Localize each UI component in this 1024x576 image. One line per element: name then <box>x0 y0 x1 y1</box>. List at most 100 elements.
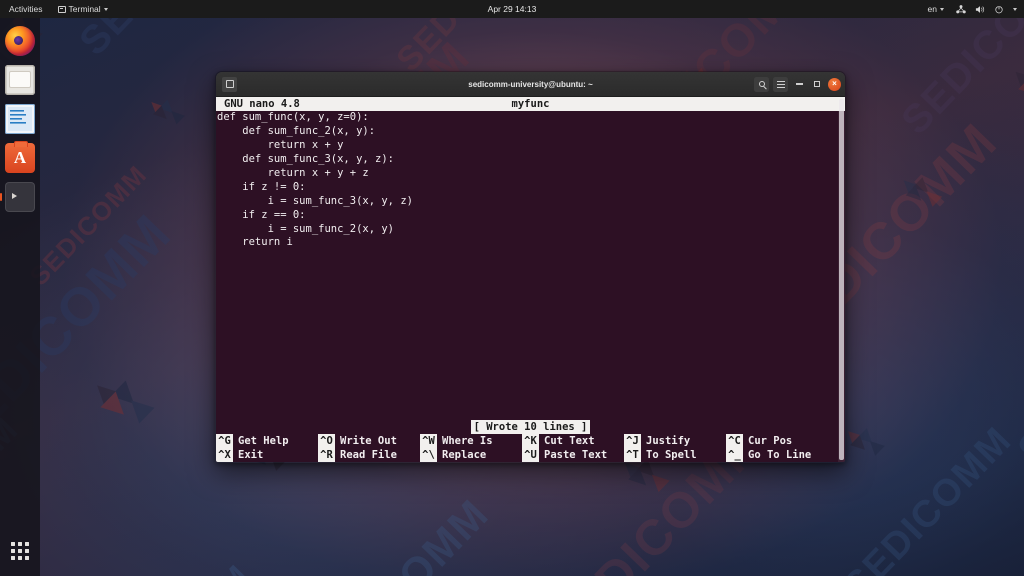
nano-shortcut-label: Replace <box>442 449 487 461</box>
nano-shortcut-key: ^O <box>318 434 335 448</box>
grid-dot <box>25 549 29 553</box>
nano-shortcut-key: ^U <box>522 448 539 462</box>
dock-item-writer[interactable] <box>5 104 35 134</box>
nano-shortcut[interactable]: ^\ Replace <box>420 448 522 462</box>
code-line: def sum_func_2(x, y): <box>217 124 376 137</box>
power-icon[interactable] <box>994 4 1004 14</box>
nano-shortcut-label: Cur Pos <box>748 435 793 447</box>
keyboard-layout-label: en <box>927 4 937 14</box>
dock <box>0 18 40 576</box>
activities-label: Activities <box>9 4 43 14</box>
dock-item-firefox[interactable] <box>5 26 35 56</box>
close-button[interactable]: × <box>828 77 841 91</box>
nano-shortcut[interactable]: ^R Read File <box>318 448 420 462</box>
code-line: def sum_func(x, y, z=0): <box>217 111 369 123</box>
code-line: return x + y <box>217 138 344 151</box>
nano-filename-label: myfunc <box>511 98 550 110</box>
chevron-down-icon <box>940 7 944 11</box>
top-panel: Activities Terminal Apr 29 14:13 en <box>0 0 1024 18</box>
code-line: i = sum_func_2(x, y) <box>217 222 395 235</box>
nano-header-bar: GNU nano 4.8 myfunc <box>216 97 845 111</box>
terminal-tab-icon <box>222 76 237 92</box>
nano-shortcut-key: ^G <box>216 434 233 448</box>
grid-dot <box>25 542 29 546</box>
watermark-text: SEDICOMM <box>109 559 256 576</box>
scrollbar-thumb[interactable] <box>839 99 844 460</box>
nano-shortcut-label: Get Help <box>238 435 289 447</box>
nano-shortcut-label: Where Is <box>442 435 493 447</box>
nano-shortcut[interactable]: ^_ Go To Line <box>726 448 828 462</box>
nano-shortcut[interactable]: ^W Where Is <box>420 434 522 448</box>
code-line: def sum_func_3(x, y, z): <box>217 152 395 165</box>
keyboard-layout-indicator[interactable]: en <box>925 3 947 15</box>
nano-shortcut[interactable]: ^O Write Out <box>318 434 420 448</box>
nano-shortcut-key: ^J <box>624 434 641 448</box>
grid-dot <box>11 542 15 546</box>
nano-shortcut-row-2: ^X Exit ^R Read File ^\ Replace ^U Paste Text ^T… <box>216 448 845 462</box>
dock-item-terminal[interactable] <box>5 182 35 212</box>
nano-shortcut[interactable]: ^G Get Help <box>216 434 318 448</box>
nano-shortcut-key: ^_ <box>726 448 743 462</box>
nano-shortcut-key: ^\ <box>420 448 437 462</box>
nano-shortcut[interactable]: ^U Paste Text <box>522 448 624 462</box>
menu-button[interactable] <box>773 76 788 92</box>
terminal-window: sedicomm-university@ubuntu: ~ × GNU nano… <box>215 71 846 463</box>
clock[interactable]: Apr 29 14:13 <box>0 4 1024 14</box>
nano-shortcut-key: ^T <box>624 448 641 462</box>
nano-footer: [ Wrote 10 lines ] ^G Get Help ^O Write Out… <box>216 420 845 462</box>
grid-dot <box>11 556 15 560</box>
nano-shortcut-row-1: ^G Get Help ^O Write Out ^W Where Is ^K Cut Tex… <box>216 434 845 448</box>
activities-button[interactable]: Activities <box>6 3 46 15</box>
minimize-icon <box>795 83 803 85</box>
nano-shortcut-key: ^W <box>420 434 437 448</box>
terminal-body[interactable]: GNU nano 4.8 myfunc def sum_func(x, y, z… <box>216 97 845 462</box>
nano-shortcut-label: Cut Text <box>544 435 595 447</box>
code-line: if z == 0: <box>217 208 306 221</box>
grid-dot <box>18 542 22 546</box>
maximize-button[interactable] <box>810 77 824 91</box>
terminal-icon <box>57 5 66 13</box>
nano-shortcut-key: ^K <box>522 434 539 448</box>
nano-shortcut-label: Justify <box>646 435 691 447</box>
nano-shortcut-key: ^C <box>726 434 743 448</box>
code-line: i = sum_func_3(x, y, z) <box>217 194 413 207</box>
nano-shortcut-label: Write Out <box>340 435 397 447</box>
nano-code-area[interactable]: def sum_func(x, y, z=0): def sum_func_2(… <box>216 111 845 250</box>
system-menu-caret-icon[interactable] <box>1013 7 1017 11</box>
window-title: sedicomm-university@ubuntu: ~ <box>468 79 593 89</box>
grid-dot <box>11 549 15 553</box>
nano-shortcut-key: ^X <box>216 448 233 462</box>
dock-item-files[interactable] <box>5 65 35 95</box>
hamburger-menu-icon <box>776 80 785 88</box>
chevron-down-icon <box>103 7 108 11</box>
app-menu-button[interactable]: Terminal <box>55 3 111 15</box>
volume-icon[interactable] <box>975 5 985 14</box>
nano-shortcut[interactable]: ^K Cut Text <box>522 434 624 448</box>
network-icon[interactable] <box>956 4 966 14</box>
close-icon: × <box>832 79 837 88</box>
nano-shortcut-label: Read File <box>340 449 397 461</box>
grid-dot <box>18 556 22 560</box>
nano-shortcut[interactable]: ^C Cur Pos <box>726 434 828 448</box>
app-menu-label: Terminal <box>68 4 101 14</box>
nano-shortcut-label: Exit <box>238 449 264 461</box>
nano-shortcut-label: To Spell <box>646 449 697 461</box>
code-line: return x + y + z <box>217 166 369 179</box>
maximize-icon <box>814 81 820 87</box>
nano-shortcut-label: Go To Line <box>748 449 812 461</box>
nano-status-message: [ Wrote 10 lines ] <box>470 420 591 434</box>
grid-dot <box>18 549 22 553</box>
window-titlebar[interactable]: sedicomm-university@ubuntu: ~ × <box>216 72 845 97</box>
minimize-button[interactable] <box>792 77 806 91</box>
nano-shortcut[interactable]: ^J Justify <box>624 434 726 448</box>
dock-item-software[interactable] <box>5 141 35 173</box>
code-line: if z != 0: <box>217 180 306 193</box>
nano-shortcut[interactable]: ^X Exit <box>216 448 318 462</box>
nano-shortcut-label: Paste Text <box>544 449 608 461</box>
show-applications-button[interactable] <box>5 536 35 566</box>
nano-shortcut-key: ^R <box>318 448 335 462</box>
search-button[interactable] <box>754 76 769 92</box>
grid-dot <box>25 556 29 560</box>
nano-shortcut[interactable]: ^T To Spell <box>624 448 726 462</box>
terminal-scrollbar[interactable] <box>838 97 845 462</box>
